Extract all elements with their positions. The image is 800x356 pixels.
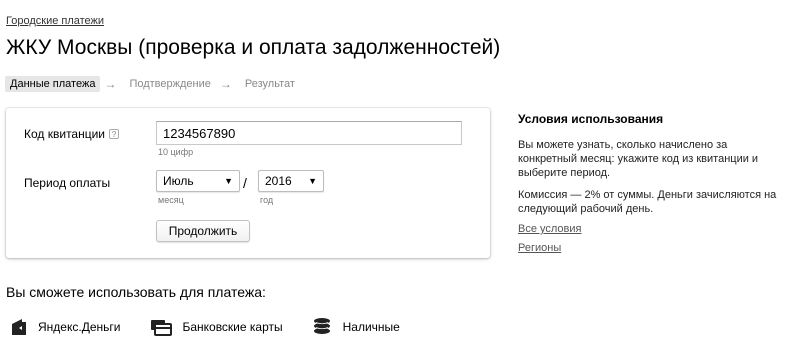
breadcrumb-link[interactable]: Городские платежи	[6, 15, 104, 27]
period-label: Период оплаты	[24, 176, 111, 190]
code-label: Код квитанции	[24, 127, 106, 141]
month-value: Июль	[163, 174, 194, 188]
receipt-code-input[interactable]	[156, 121, 462, 145]
step-payment-data: Данные платежа	[5, 76, 101, 92]
regions-link[interactable]: Регионы	[518, 242, 788, 254]
code-label-wrap: Код квитанции?	[24, 127, 120, 141]
caret-down-icon: ▼	[224, 176, 233, 186]
step-indicator: Данные платежа → Подтверждение → Результ…	[5, 75, 300, 93]
cash-coins-icon	[313, 318, 330, 334]
help-icon[interactable]: ?	[109, 129, 120, 139]
payment-form: Код квитанции? 10 цифр Период оплаты Июл…	[6, 108, 490, 258]
bank-card-icon	[151, 320, 173, 336]
terms-title: Условия использования	[518, 112, 664, 126]
step-result: Результат	[244, 78, 295, 90]
step-confirmation: Подтверждение	[129, 78, 211, 90]
method-label: Банковские карты	[182, 320, 283, 334]
month-hint: месяц	[158, 195, 184, 205]
month-select[interactable]: Июль ▼	[156, 170, 240, 192]
payment-methods-title: Вы сможете использовать для платежа:	[6, 284, 266, 300]
code-hint: 10 цифр	[158, 147, 194, 157]
method-yandex-money: Яндекс.Деньги	[10, 318, 120, 336]
year-value: 2016	[265, 174, 292, 188]
yandex-money-icon	[12, 319, 26, 335]
arrow-right-icon: →	[219, 77, 232, 91]
method-label: Наличные	[342, 320, 400, 334]
period-separator: /	[243, 175, 247, 191]
arrow-right-icon: →	[104, 77, 117, 91]
payment-methods: Яндекс.Деньги Банковские карты Наличные	[10, 316, 430, 338]
method-label: Яндекс.Деньги	[38, 320, 121, 334]
year-hint: год	[260, 195, 274, 205]
method-bank-cards: Банковские карты	[150, 318, 283, 336]
method-cash: Наличные	[313, 317, 400, 337]
page-title: ЖКУ Москвы (проверка и оплата задолженно…	[6, 36, 501, 59]
commission-text: Комиссия — 2% от суммы. Деньги зачисляют…	[518, 189, 777, 215]
terms-text: Вы можете узнать, сколько начислено за к…	[518, 139, 759, 179]
all-terms-link[interactable]: Все условия	[518, 223, 788, 235]
terms-sidebar: Условия использования Вы можете узнать, …	[518, 112, 788, 254]
caret-down-icon: ▼	[308, 176, 317, 186]
year-select[interactable]: 2016 ▼	[258, 170, 324, 192]
continue-button[interactable]: Продолжить	[156, 220, 250, 242]
